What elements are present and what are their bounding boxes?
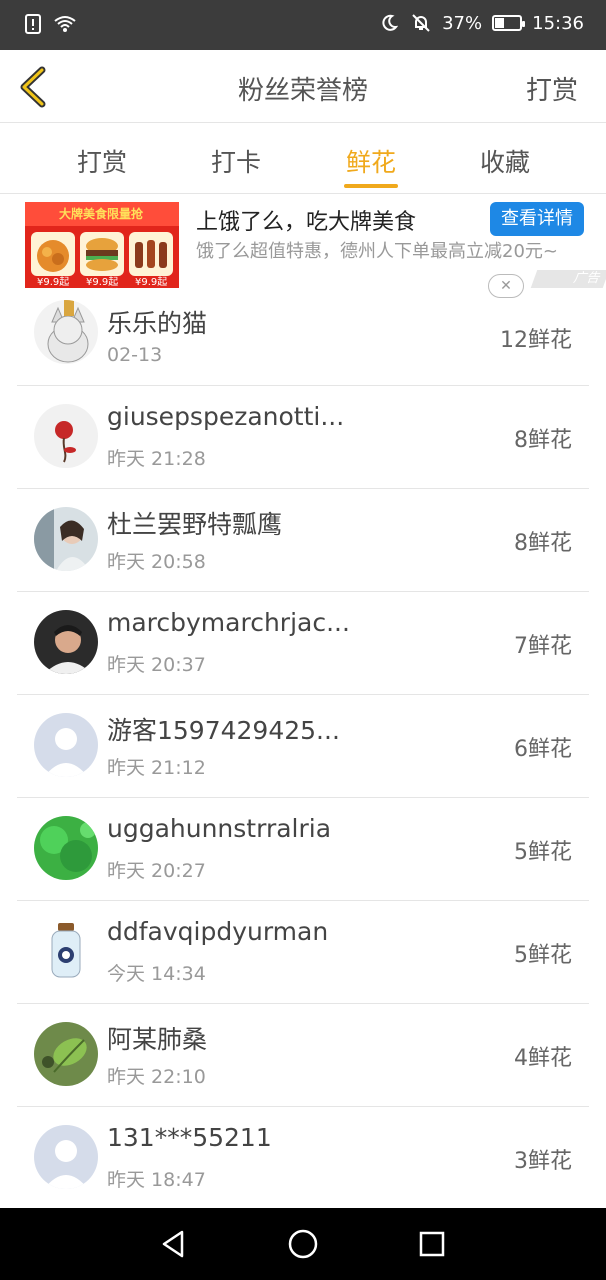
green-avatar[interactable] (34, 816, 98, 880)
fan-time: 昨天 22:10 (107, 1066, 206, 1088)
flower-avatar[interactable] (34, 404, 98, 468)
recents-square-icon[interactable] (412, 1224, 452, 1264)
food-item: ¥9.9起 (31, 232, 75, 288)
battery-percent: 37% (442, 12, 483, 34)
ad-description: 饿了么超值特惠，德州人下单最高立减20元~ (196, 241, 558, 262)
food-item: ¥9.9起 (129, 232, 173, 288)
fan-time: 今天 14:34 (107, 963, 206, 985)
top-header: 粉丝荣誉榜 打赏 (0, 50, 606, 123)
fan-time: 昨天 21:12 (107, 757, 206, 779)
cat-avatar[interactable] (34, 300, 98, 364)
clock: 15:36 (532, 12, 584, 34)
bell-off-icon (410, 12, 432, 34)
flower-count: 5鲜花 (514, 840, 572, 865)
battery-icon (492, 15, 526, 31)
fan-name: ddfavqipdyurman (107, 917, 329, 946)
flower-count: 8鲜花 (514, 531, 572, 556)
active-tab-indicator (344, 184, 398, 188)
list-item[interactable]: marcbymarchrjac... 昨天 20:37 7鲜花 (17, 592, 589, 695)
fan-time: 昨天 20:27 (107, 860, 206, 882)
list-item[interactable]: 杜兰罢野特瓢鹰 昨天 20:58 8鲜花 (17, 489, 589, 592)
home-circle-icon[interactable] (283, 1224, 323, 1264)
list-item[interactable]: 乐乐的猫 02-13 12鲜花 (17, 292, 589, 386)
flower-count: 4鲜花 (514, 1046, 572, 1071)
tab-favorites[interactable]: 收藏 (455, 143, 555, 179)
list-item[interactable]: 131***55211 昨天 18:47 3鲜花 (17, 1107, 589, 1210)
fan-time: 02-13 (107, 344, 163, 366)
fan-time: 昨天 18:47 (107, 1169, 206, 1191)
flower-count: 12鲜花 (500, 328, 572, 353)
default-avatar[interactable] (34, 1125, 98, 1189)
tab-reward[interactable]: 打赏 (52, 143, 152, 179)
list-item[interactable]: giusepspezanotti... 昨天 21:28 8鲜花 (17, 386, 589, 489)
food-price: ¥9.9起 (86, 277, 119, 288)
battery-fill (495, 18, 505, 28)
flower-count: 3鲜花 (514, 1149, 572, 1174)
ad-details-button[interactable]: 查看详情 (490, 202, 584, 236)
list-item[interactable]: 阿某肺桑 昨天 22:10 4鲜花 (17, 1004, 589, 1107)
system-nav-bar (0, 1208, 606, 1280)
food-price: ¥9.9起 (37, 277, 70, 288)
flower-count: 8鲜花 (514, 428, 572, 453)
fan-name: marcbymarchrjac... (107, 608, 350, 637)
flower-count: 7鲜花 (514, 634, 572, 659)
tab-flowers[interactable]: 鲜花 (321, 143, 421, 179)
page-title: 粉丝荣誉榜 (237, 76, 368, 106)
fans-list: 乐乐的猫 02-13 12鲜花 giusepspezanotti... 昨天 2… (0, 292, 606, 1210)
flower-count: 6鲜花 (514, 737, 572, 762)
fan-time: 昨天 21:28 (107, 448, 206, 470)
default-avatar[interactable] (34, 713, 98, 777)
man-avatar[interactable] (34, 610, 98, 674)
food-item: ¥9.9起 (80, 232, 124, 288)
tab-bar: 打赏 打卡 鲜花 收藏 (0, 123, 606, 194)
food-price: ¥9.9起 (135, 277, 168, 288)
fan-name: 131***55211 (107, 1123, 272, 1152)
flower-count: 5鲜花 (514, 943, 572, 968)
wifi-icon (54, 13, 76, 35)
ad-tag: 广告 (530, 270, 606, 288)
fan-name: uggahunnstrralria (107, 814, 332, 843)
ad-title[interactable]: 上饿了么，吃大牌美食 (196, 204, 416, 236)
list-item[interactable]: 游客1597429425... 昨天 21:12 6鲜花 (17, 695, 589, 798)
bottle-avatar[interactable] (34, 919, 98, 983)
fan-name: 阿某肺桑 (107, 1025, 208, 1054)
leaf-avatar[interactable] (34, 1022, 98, 1086)
ad-tag-label: 广告 (571, 271, 603, 286)
fan-time: 昨天 20:58 (107, 551, 206, 573)
status-bar: 37% 15:36 (0, 0, 606, 50)
fan-name: 游客1597429425... (107, 716, 340, 745)
back-triangle-icon[interactable] (153, 1224, 193, 1264)
list-item[interactable]: ddfavqipdyurman 今天 14:34 5鲜花 (17, 901, 589, 1004)
fan-time: 昨天 20:37 (107, 654, 206, 676)
tab-checkin[interactable]: 打卡 (186, 143, 286, 179)
ad-image[interactable]: 大牌美食限量抢 ¥9.9起 ¥9.9起 ¥9.9起 (25, 202, 179, 288)
ad-image-banner: 大牌美食限量抢 (25, 202, 179, 226)
fan-name: 乐乐的猫 (107, 309, 208, 338)
reward-button[interactable]: 打赏 (526, 70, 578, 107)
ad-banner[interactable]: 大牌美食限量抢 ¥9.9起 ¥9.9起 ¥9.9起 上饿了么，吃大牌美食 查看详… (0, 194, 606, 298)
moon-icon (378, 12, 400, 34)
list-item[interactable]: uggahunnstrralria 昨天 20:27 5鲜花 (17, 798, 589, 901)
fan-name: 杜兰罢野特瓢鹰 (107, 510, 283, 539)
sim-alert-icon (22, 13, 44, 35)
fan-name: giusepspezanotti... (107, 402, 345, 431)
person-avatar[interactable] (34, 507, 98, 571)
